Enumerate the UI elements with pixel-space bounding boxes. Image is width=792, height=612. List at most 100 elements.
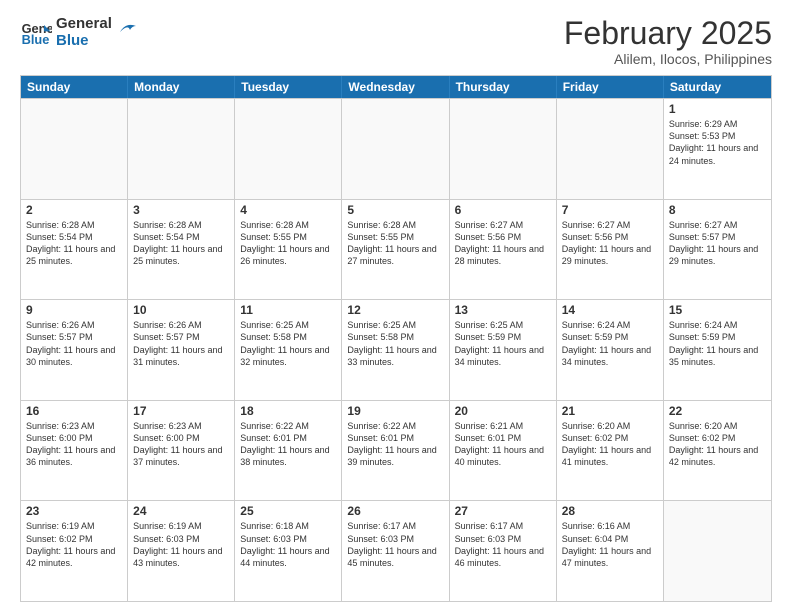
calendar-day-6: 6 Sunrise: 6:27 AM Sunset: 5:56 PM Daylig… xyxy=(450,200,557,300)
day-number: 7 xyxy=(562,203,658,217)
day-number: 3 xyxy=(133,203,229,217)
day-info: Sunrise: 6:24 AM Sunset: 5:59 PM Dayligh… xyxy=(669,319,766,368)
day-number: 26 xyxy=(347,504,443,518)
calendar-day-20: 20 Sunrise: 6:21 AM Sunset: 6:01 PM Dayli… xyxy=(450,401,557,501)
day-number: 17 xyxy=(133,404,229,418)
day-info: Sunrise: 6:25 AM Sunset: 5:59 PM Dayligh… xyxy=(455,319,551,368)
calendar-empty-cell xyxy=(450,99,557,199)
day-info: Sunrise: 6:24 AM Sunset: 5:59 PM Dayligh… xyxy=(562,319,658,368)
day-info: Sunrise: 6:17 AM Sunset: 6:03 PM Dayligh… xyxy=(455,520,551,569)
day-info: Sunrise: 6:21 AM Sunset: 6:01 PM Dayligh… xyxy=(455,420,551,469)
calendar-day-14: 14 Sunrise: 6:24 AM Sunset: 5:59 PM Dayli… xyxy=(557,300,664,400)
calendar-empty-cell xyxy=(557,99,664,199)
calendar-body: 1 Sunrise: 6:29 AM Sunset: 5:53 PM Daylig… xyxy=(21,98,771,601)
day-info: Sunrise: 6:27 AM Sunset: 5:56 PM Dayligh… xyxy=(455,219,551,268)
day-info: Sunrise: 6:19 AM Sunset: 6:03 PM Dayligh… xyxy=(133,520,229,569)
calendar-day-16: 16 Sunrise: 6:23 AM Sunset: 6:00 PM Dayli… xyxy=(21,401,128,501)
day-number: 1 xyxy=(669,102,766,116)
calendar-day-1: 1 Sunrise: 6:29 AM Sunset: 5:53 PM Daylig… xyxy=(664,99,771,199)
calendar-day-2: 2Sunrise: 6:28 AM Sunset: 5:54 PM Daylig… xyxy=(21,200,128,300)
day-number: 14 xyxy=(562,303,658,317)
calendar-week-1: 1 Sunrise: 6:29 AM Sunset: 5:53 PM Daylig… xyxy=(21,98,771,199)
calendar-day-4: 4 Sunrise: 6:28 AM Sunset: 5:55 PM Daylig… xyxy=(235,200,342,300)
day-info: Sunrise: 6:29 AM Sunset: 5:53 PM Dayligh… xyxy=(669,118,766,167)
day-info: Sunrise: 6:22 AM Sunset: 6:01 PM Dayligh… xyxy=(347,420,443,469)
day-info: Sunrise: 6:23 AM Sunset: 6:00 PM Dayligh… xyxy=(133,420,229,469)
day-header-sunday: Sunday xyxy=(21,76,128,98)
calendar-empty-cell xyxy=(664,501,771,601)
day-info: Sunrise: 6:27 AM Sunset: 5:56 PM Dayligh… xyxy=(562,219,658,268)
day-number: 5 xyxy=(347,203,443,217)
day-info: Sunrise: 6:20 AM Sunset: 6:02 PM Dayligh… xyxy=(669,420,766,469)
logo-line2: Blue xyxy=(56,33,112,50)
main-title: February 2025 xyxy=(564,16,772,51)
calendar-empty-cell xyxy=(21,99,128,199)
day-number: 6 xyxy=(455,203,551,217)
day-number: 13 xyxy=(455,303,551,317)
calendar-day-19: 19 Sunrise: 6:22 AM Sunset: 6:01 PM Dayli… xyxy=(342,401,449,501)
day-header-thursday: Thursday xyxy=(450,76,557,98)
calendar-day-10: 10 Sunrise: 6:26 AM Sunset: 5:57 PM Dayli… xyxy=(128,300,235,400)
calendar-day-17: 17 Sunrise: 6:23 AM Sunset: 6:00 PM Dayli… xyxy=(128,401,235,501)
calendar-day-22: 22 Sunrise: 6:20 AM Sunset: 6:02 PM Dayli… xyxy=(664,401,771,501)
day-info: Sunrise: 6:26 AM Sunset: 5:57 PM Dayligh… xyxy=(26,319,122,368)
calendar-day-24: 24 Sunrise: 6:19 AM Sunset: 6:03 PM Dayli… xyxy=(128,501,235,601)
calendar-header: SundayMondayTuesdayWednesdayThursdayFrid… xyxy=(21,76,771,98)
day-number: 2 xyxy=(26,203,122,217)
day-info: Sunrise: 6:25 AM Sunset: 5:58 PM Dayligh… xyxy=(347,319,443,368)
day-info: Sunrise: 6:17 AM Sunset: 6:03 PM Dayligh… xyxy=(347,520,443,569)
day-number: 18 xyxy=(240,404,336,418)
day-info: Sunrise: 6:27 AM Sunset: 5:57 PM Dayligh… xyxy=(669,219,766,268)
calendar-day-3: 3 Sunrise: 6:28 AM Sunset: 5:54 PM Daylig… xyxy=(128,200,235,300)
day-number: 28 xyxy=(562,504,658,518)
day-info: Sunrise: 6:22 AM Sunset: 6:01 PM Dayligh… xyxy=(240,420,336,469)
day-info: Sunrise: 6:25 AM Sunset: 5:58 PM Dayligh… xyxy=(240,319,336,368)
svg-text:Blue: Blue xyxy=(22,32,50,47)
calendar-week-3: 9 Sunrise: 6:26 AM Sunset: 5:57 PM Daylig… xyxy=(21,299,771,400)
day-number: 27 xyxy=(455,504,551,518)
day-number: 24 xyxy=(133,504,229,518)
calendar-day-13: 13 Sunrise: 6:25 AM Sunset: 5:59 PM Dayli… xyxy=(450,300,557,400)
calendar-day-12: 12 Sunrise: 6:25 AM Sunset: 5:58 PM Dayli… xyxy=(342,300,449,400)
calendar-week-4: 16 Sunrise: 6:23 AM Sunset: 6:00 PM Dayli… xyxy=(21,400,771,501)
calendar-day-7: 7 Sunrise: 6:27 AM Sunset: 5:56 PM Daylig… xyxy=(557,200,664,300)
logo-line1: General xyxy=(56,16,112,33)
day-info: Sunrise: 6:20 AM Sunset: 6:02 PM Dayligh… xyxy=(562,420,658,469)
day-number: 23 xyxy=(26,504,122,518)
day-header-saturday: Saturday xyxy=(664,76,771,98)
day-number: 11 xyxy=(240,303,336,317)
day-info: Sunrise: 6:26 AM Sunset: 5:57 PM Dayligh… xyxy=(133,319,229,368)
day-number: 12 xyxy=(347,303,443,317)
calendar-empty-cell xyxy=(342,99,449,199)
day-info: Sunrise: 6:23 AM Sunset: 6:00 PM Dayligh… xyxy=(26,420,122,469)
day-number: 22 xyxy=(669,404,766,418)
day-info: Sunrise: 6:18 AM Sunset: 6:03 PM Dayligh… xyxy=(240,520,336,569)
calendar-day-8: 8 Sunrise: 6:27 AM Sunset: 5:57 PM Daylig… xyxy=(664,200,771,300)
day-header-tuesday: Tuesday xyxy=(235,76,342,98)
calendar-empty-cell xyxy=(235,99,342,199)
calendar-day-9: 9 Sunrise: 6:26 AM Sunset: 5:57 PM Daylig… xyxy=(21,300,128,400)
day-header-wednesday: Wednesday xyxy=(342,76,449,98)
day-number: 10 xyxy=(133,303,229,317)
day-number: 8 xyxy=(669,203,766,217)
calendar-week-5: 23Sunrise: 6:19 AM Sunset: 6:02 PM Dayli… xyxy=(21,500,771,601)
calendar-day-15: 15Sunrise: 6:24 AM Sunset: 5:59 PM Dayli… xyxy=(664,300,771,400)
calendar-week-2: 2 Sunrise: 6:28 AM Sunset: 5:54 PM Daylig… xyxy=(21,199,771,300)
day-info: Sunrise: 6:28 AM Sunset: 5:54 PM Dayligh… xyxy=(133,219,229,268)
day-number: 9 xyxy=(26,303,122,317)
header: General Blue General Blue February 2025 … xyxy=(20,16,772,67)
day-info: Sunrise: 6:28 AM Sunset: 5:55 PM Dayligh… xyxy=(240,219,336,268)
calendar-day-11: 11 Sunrise: 6:25 AM Sunset: 5:58 PM Dayli… xyxy=(235,300,342,400)
day-number: 20 xyxy=(455,404,551,418)
calendar-day-21: 21Sunrise: 6:20 AM Sunset: 6:02 PM Dayli… xyxy=(557,401,664,501)
day-info: Sunrise: 6:16 AM Sunset: 6:04 PM Dayligh… xyxy=(562,520,658,569)
calendar-day-28: 28 Sunrise: 6:16 AM Sunset: 6:04 PM Dayli… xyxy=(557,501,664,601)
day-number: 19 xyxy=(347,404,443,418)
calendar-day-27: 27 Sunrise: 6:17 AM Sunset: 6:03 PM Dayli… xyxy=(450,501,557,601)
day-number: 4 xyxy=(240,203,336,217)
day-number: 16 xyxy=(26,404,122,418)
logo-bird-icon xyxy=(118,18,138,40)
day-number: 25 xyxy=(240,504,336,518)
title-block: February 2025 Alilem, Ilocos, Philippine… xyxy=(564,16,772,67)
subtitle: Alilem, Ilocos, Philippines xyxy=(564,51,772,67)
